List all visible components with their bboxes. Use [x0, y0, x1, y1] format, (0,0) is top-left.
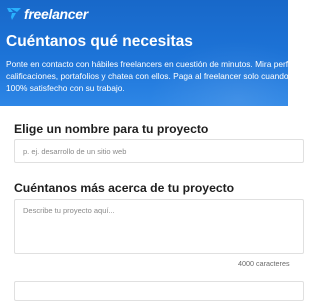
logo-wordmark: freelancer: [24, 6, 88, 22]
page-description: Ponte en contacto con hábiles freelancer…: [6, 59, 288, 93]
project-name-input[interactable]: [14, 139, 304, 163]
project-name-heading: Elige un nombre para tu proyecto: [14, 122, 209, 136]
project-description-heading: Cuéntanos más acerca de tu proyecto: [14, 181, 235, 195]
freelancer-logo[interactable]: freelancer: [6, 6, 88, 22]
page-title: Cuéntanos qué necesitas: [6, 33, 193, 50]
next-form-field[interactable]: [14, 281, 304, 301]
freelancer-bird-icon: [7, 8, 21, 20]
project-description-textarea[interactable]: [14, 199, 304, 254]
character-counter: 4000 caracteres: [238, 259, 290, 268]
header-banner: freelancer Cuéntanos qué necesitas Ponte…: [0, 0, 288, 106]
